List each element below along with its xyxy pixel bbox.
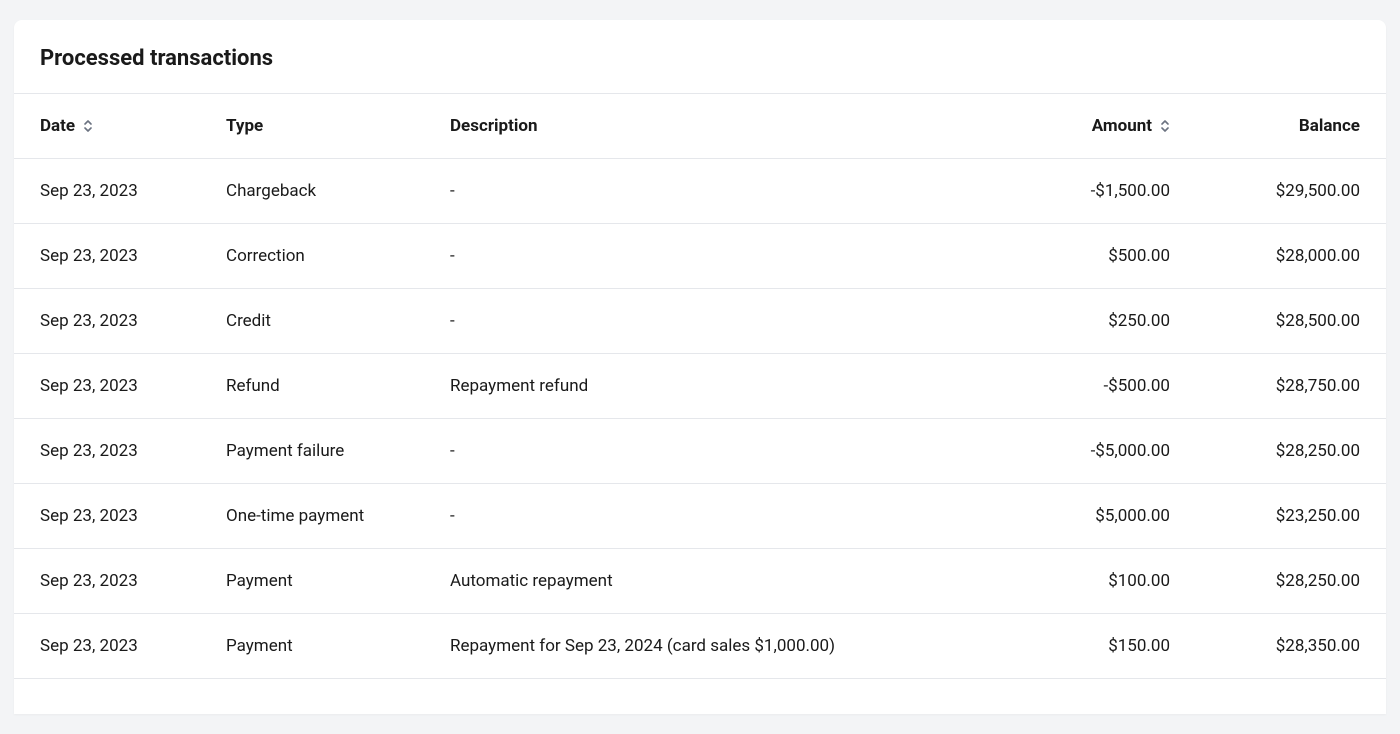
- column-header-type-label: Type: [226, 116, 263, 136]
- table-row[interactable]: Sep 23, 2023RefundRepayment refund-$500.…: [14, 354, 1386, 419]
- cell-date: Sep 23, 2023: [14, 614, 210, 679]
- column-header-description-label: Description: [450, 116, 537, 136]
- cell-balance: $28,350.00: [1186, 614, 1386, 679]
- transactions-card: Processed transactions Date: [14, 20, 1386, 714]
- column-header-balance-label: Balance: [1299, 116, 1360, 136]
- cell-amount: $100.00: [986, 549, 1186, 614]
- cell-balance: $23,250.00: [1186, 484, 1386, 549]
- column-header-description[interactable]: Description: [434, 94, 986, 159]
- table-row[interactable]: Sep 23, 2023Payment failure--$5,000.00$2…: [14, 419, 1386, 484]
- table-body: Sep 23, 2023Chargeback--$1,500.00$29,500…: [14, 159, 1386, 679]
- cell-amount: $500.00: [986, 224, 1186, 289]
- cell-description: -: [434, 224, 986, 289]
- cell-date: Sep 23, 2023: [14, 159, 210, 224]
- column-header-date[interactable]: Date: [14, 94, 210, 159]
- cell-balance: $28,000.00: [1186, 224, 1386, 289]
- table-row[interactable]: Sep 23, 2023Chargeback--$1,500.00$29,500…: [14, 159, 1386, 224]
- cell-balance: $29,500.00: [1186, 159, 1386, 224]
- cell-amount: $250.00: [986, 289, 1186, 354]
- cell-amount: $5,000.00: [986, 484, 1186, 549]
- table-row[interactable]: Sep 23, 2023PaymentAutomatic repayment$1…: [14, 549, 1386, 614]
- cell-amount: $150.00: [986, 614, 1186, 679]
- table-row[interactable]: Sep 23, 2023Correction-$500.00$28,000.00: [14, 224, 1386, 289]
- column-header-type[interactable]: Type: [210, 94, 434, 159]
- cell-description: -: [434, 419, 986, 484]
- cell-type: Credit: [210, 289, 434, 354]
- cell-balance: $28,750.00: [1186, 354, 1386, 419]
- sort-icon: [83, 119, 93, 133]
- cell-balance: $28,250.00: [1186, 419, 1386, 484]
- cell-date: Sep 23, 2023: [14, 484, 210, 549]
- cell-description: Repayment for Sep 23, 2024 (card sales $…: [434, 614, 986, 679]
- cell-date: Sep 23, 2023: [14, 354, 210, 419]
- cell-amount: -$500.00: [986, 354, 1186, 419]
- cell-type: Payment: [210, 549, 434, 614]
- table-row[interactable]: Sep 23, 2023Credit-$250.00$28,500.00: [14, 289, 1386, 354]
- cell-amount: -$1,500.00: [986, 159, 1186, 224]
- cell-balance: $28,250.00: [1186, 549, 1386, 614]
- table-header-row: Date Type: [14, 94, 1386, 159]
- cell-type: Chargeback: [210, 159, 434, 224]
- cell-description: -: [434, 159, 986, 224]
- cell-date: Sep 23, 2023: [14, 289, 210, 354]
- cell-type: Correction: [210, 224, 434, 289]
- column-header-amount[interactable]: Amount: [986, 94, 1186, 159]
- table-row[interactable]: Sep 23, 2023PaymentRepayment for Sep 23,…: [14, 614, 1386, 679]
- cell-amount: -$5,000.00: [986, 419, 1186, 484]
- cell-balance: $28,500.00: [1186, 289, 1386, 354]
- column-header-date-label: Date: [40, 116, 75, 136]
- cell-description: Automatic repayment: [434, 549, 986, 614]
- card-title: Processed transactions: [14, 20, 1386, 93]
- column-header-amount-label: Amount: [1092, 116, 1152, 136]
- sort-icon: [1160, 119, 1170, 133]
- transactions-table: Date Type: [14, 93, 1386, 679]
- cell-description: -: [434, 289, 986, 354]
- cell-date: Sep 23, 2023: [14, 419, 210, 484]
- cell-date: Sep 23, 2023: [14, 224, 210, 289]
- cell-type: Payment: [210, 614, 434, 679]
- cell-type: Payment failure: [210, 419, 434, 484]
- cell-type: One-time payment: [210, 484, 434, 549]
- column-header-balance[interactable]: Balance: [1186, 94, 1386, 159]
- table-row[interactable]: Sep 23, 2023One-time payment-$5,000.00$2…: [14, 484, 1386, 549]
- cell-description: Repayment refund: [434, 354, 986, 419]
- cell-type: Refund: [210, 354, 434, 419]
- cell-date: Sep 23, 2023: [14, 549, 210, 614]
- cell-description: -: [434, 484, 986, 549]
